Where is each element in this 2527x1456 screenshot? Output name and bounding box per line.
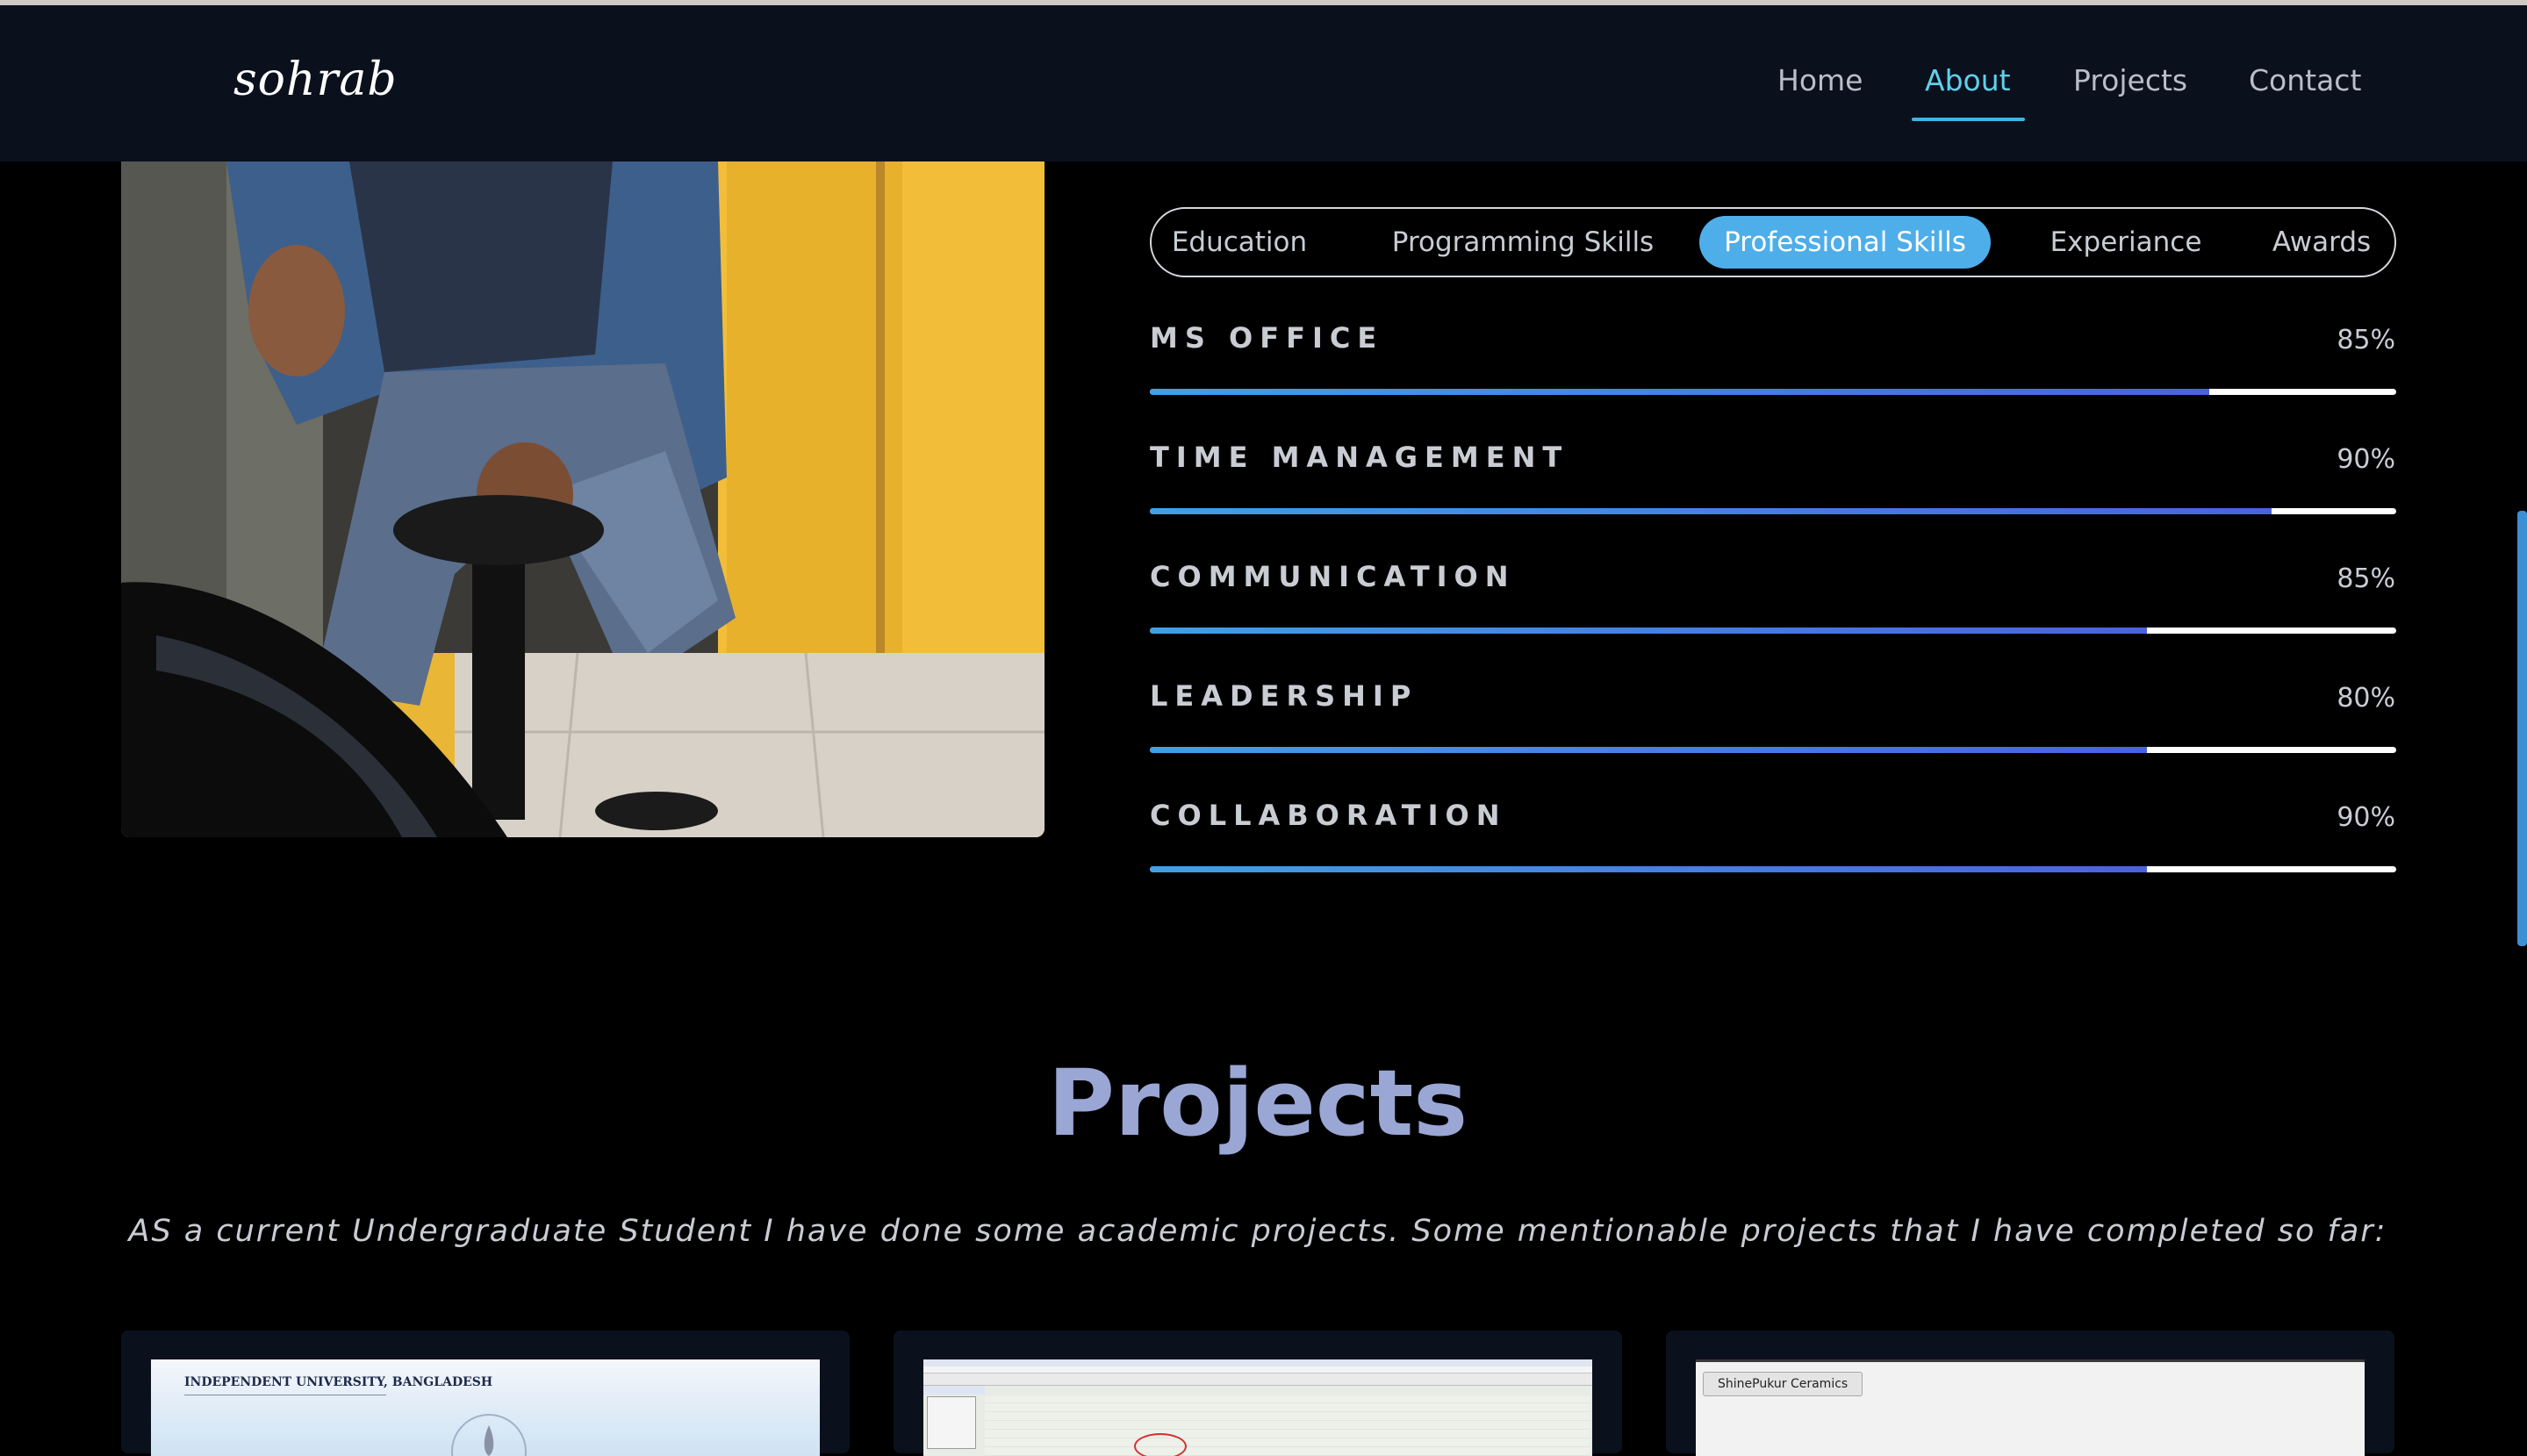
skill-bar-leadership (1150, 747, 2396, 753)
site-logo[interactable]: sohrab (233, 54, 398, 106)
tab-professional-skills[interactable]: Professional Skills (1699, 216, 1991, 269)
university-seal-icon (451, 1414, 527, 1456)
nav-contact[interactable]: Contact (2249, 63, 2361, 97)
page-scrollbar-thumb[interactable] (2517, 511, 2527, 946)
project-card[interactable]: INDEPENDENT UNIVERSITY, BANGLADESH (121, 1330, 850, 1456)
skill-bar-communication (1150, 628, 2396, 634)
menu-bar (923, 1366, 1592, 1374)
projects-subtitle: AS a current Undergraduate Student I hav… (128, 1214, 2387, 1249)
project-card[interactable] (894, 1330, 1622, 1456)
skill-name-collaboration: COLLABORATION (1150, 799, 1507, 832)
skill-bar-fill (1150, 389, 2209, 395)
skill-percent-collaboration: 90% (2337, 802, 2395, 833)
project-thumbnail (923, 1359, 1592, 1456)
skill-percent-ms-office: 85% (2337, 325, 2395, 355)
nav-projects[interactable]: Projects (2073, 63, 2187, 97)
nav-active-underline (1912, 118, 2025, 121)
schematic-component (1134, 1433, 1187, 1456)
skill-percent-communication: 85% (2337, 563, 2395, 594)
schematic-tab (923, 1386, 985, 1395)
project-card[interactable]: ShinePukur Ceramics (1666, 1330, 2394, 1456)
component-panel (927, 1396, 976, 1449)
skill-bar-fill (1150, 866, 2147, 872)
project-thumbnail: ShinePukur Ceramics (1696, 1359, 2365, 1456)
window-border (1696, 1359, 2365, 1362)
tab-programming-skills[interactable]: Programming Skills (1383, 216, 1662, 269)
nav-about[interactable]: About (1925, 63, 2011, 97)
schematic-canvas (985, 1396, 1590, 1456)
window-titlebar (923, 1359, 1592, 1366)
skill-percent-leadership: 80% (2337, 683, 2395, 714)
projects-heading: Projects (1047, 1050, 1468, 1157)
skills-tab-bar: Education Programming Skills Professiona… (1150, 207, 2396, 277)
skill-bar-collaboration (1150, 866, 2396, 872)
skill-bar-ms-office (1150, 389, 2396, 395)
project-card-caption: INDEPENDENT UNIVERSITY, BANGLADESH (184, 1375, 493, 1389)
skill-name-communication: COMMUNICATION (1150, 560, 1516, 593)
project-thumbnail: INDEPENDENT UNIVERSITY, BANGLADESH (151, 1359, 820, 1456)
toolbar (923, 1374, 1592, 1386)
skill-bar-time-management (1150, 508, 2396, 514)
tab-education[interactable]: Education (1166, 216, 1313, 269)
skill-name-leadership: LEADERSHIP (1150, 679, 1418, 713)
skill-bar-fill (1150, 747, 2147, 753)
skill-bar-fill (1150, 628, 2147, 634)
skill-name-ms-office: MS OFFICE (1150, 321, 1384, 355)
skill-bar-fill (1150, 508, 2272, 514)
skill-percent-time-management: 90% (2337, 444, 2395, 475)
skill-name-time-management: TIME MANAGEMENT (1150, 441, 1569, 474)
nav-home[interactable]: Home (1777, 63, 1863, 97)
navbar: sohrab Home About Projects Contact (0, 5, 2527, 161)
profile-photo (121, 161, 1045, 837)
tab-experiance[interactable]: Experiance (2038, 216, 2214, 269)
project-card-caption: ShinePukur Ceramics (1703, 1372, 1863, 1396)
tab-awards[interactable]: Awards (2265, 216, 2379, 269)
